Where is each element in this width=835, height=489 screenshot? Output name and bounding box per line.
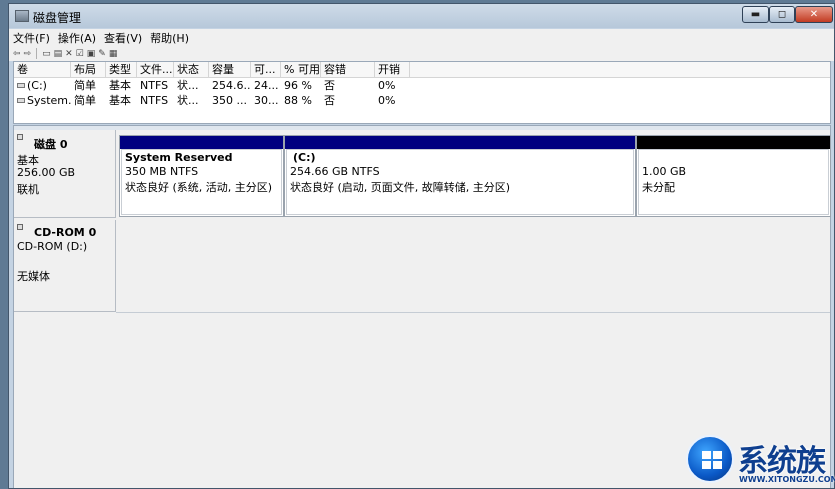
overhead-cell: 0% bbox=[378, 94, 396, 107]
percent-free-cell: 96 % bbox=[284, 79, 312, 92]
drive-icon bbox=[17, 83, 25, 88]
menu-view[interactable]: 查看(V) bbox=[104, 30, 142, 46]
toolbar-separator bbox=[36, 48, 38, 59]
partition-name: System Reserved bbox=[125, 151, 233, 164]
properties-icon[interactable]: ▤ bbox=[54, 49, 63, 59]
cdrom-media-status: 无媒体 bbox=[17, 270, 50, 283]
delete-icon[interactable]: ✕ bbox=[65, 49, 73, 59]
cdrom-drive: CD-ROM (D:) bbox=[17, 240, 88, 253]
col-capacity[interactable]: 容量 bbox=[209, 62, 251, 77]
layout-cell: 简单 bbox=[74, 94, 96, 107]
partition-status: 状态良好 (系统, 活动, 主分区) bbox=[125, 181, 273, 194]
disk-0-label[interactable]: 磁盘 0 基本 256.00 GB 联机 bbox=[14, 130, 116, 218]
toolbar: ⇦ ⇨ ▭ ▤ ✕ ☑ ▣ ✎ ▦ bbox=[9, 46, 834, 61]
partition-bar bbox=[637, 136, 830, 149]
fault-tolerance-cell: 否 bbox=[324, 79, 335, 92]
partition-bar bbox=[120, 136, 283, 149]
rescan-icon[interactable]: ▦ bbox=[109, 49, 118, 59]
partition-body: System Reserved 350 MB NTFS 状态良好 (系统, 活动… bbox=[121, 149, 282, 215]
table-row[interactable]: (C:) 简单 基本 NTFS 状... 254.6... 24... 96 %… bbox=[14, 79, 830, 93]
cdrom-name: CD-ROM 0 bbox=[34, 226, 97, 239]
status-cell: 状... bbox=[177, 79, 199, 92]
menu-action[interactable]: 操作(A) bbox=[58, 30, 96, 46]
volume-list-header: 卷 布局 类型 文件... 状态 容量 可... % 可用 容错 开销 bbox=[14, 62, 830, 78]
cdrom-0-label[interactable]: CD-ROM 0 CD-ROM (D:) 无媒体 bbox=[14, 220, 116, 312]
free-space-cell: 24... bbox=[254, 79, 279, 92]
disk-status: 联机 bbox=[17, 183, 39, 196]
partition-name: (C:) bbox=[293, 151, 316, 164]
type-cell: 基本 bbox=[109, 79, 131, 92]
disk-size: 256.00 GB bbox=[17, 166, 76, 179]
watermark-url: WWW.XITONGZU.COM bbox=[739, 475, 835, 484]
partition-unallocated[interactable]: 1.00 GB 未分配 bbox=[636, 135, 831, 217]
filesystem-cell: NTFS bbox=[140, 79, 169, 92]
partition-size: 350 MB NTFS bbox=[125, 165, 199, 178]
partition-size: 1.00 GB bbox=[642, 165, 687, 178]
window-title: 磁盘管理 bbox=[33, 11, 82, 25]
layout-cell: 简单 bbox=[74, 79, 96, 92]
table-row[interactable]: System... 简单 基本 NTFS 状... 350 ... 30... … bbox=[14, 94, 830, 108]
fault-tolerance-cell: 否 bbox=[324, 94, 335, 107]
capacity-cell: 254.6... bbox=[212, 79, 251, 92]
partition-body: 1.00 GB 未分配 bbox=[638, 149, 829, 215]
partition-bar bbox=[285, 136, 635, 149]
partition-body: (C:) 254.66 GB NTFS 状态良好 (启动, 页面文件, 故障转储… bbox=[286, 149, 634, 215]
connect-icon[interactable]: ☑ bbox=[76, 49, 84, 59]
col-overhead[interactable]: 开销 bbox=[375, 62, 410, 77]
filesystem-cell: NTFS bbox=[140, 94, 169, 107]
forward-icon[interactable]: ⇨ bbox=[24, 49, 32, 59]
status-cell: 状... bbox=[177, 94, 199, 107]
watermark-text: 系统族 bbox=[738, 444, 826, 479]
free-space-cell: 30... bbox=[254, 94, 279, 107]
title-bar[interactable]: 磁盘管理 ▬ ◻ ✕ bbox=[9, 4, 834, 28]
windows-flag-icon bbox=[702, 451, 722, 469]
type-cell: 基本 bbox=[109, 94, 131, 107]
percent-free-cell: 88 % bbox=[284, 94, 312, 107]
volume-list[interactable]: 卷 布局 类型 文件... 状态 容量 可... % 可用 容错 开销 (C:)… bbox=[13, 61, 831, 124]
partition-system-reserved[interactable]: System Reserved 350 MB NTFS 状态良好 (系统, 活动… bbox=[119, 135, 284, 217]
watermark-logo: 系统族 WWW.XITONGZU.COM bbox=[686, 434, 835, 489]
col-layout[interactable]: 布局 bbox=[71, 62, 106, 77]
maximize-button[interactable]: ◻ bbox=[769, 6, 795, 23]
menu-bar: 文件(F) 操作(A) 查看(V) 帮助(H) bbox=[9, 29, 834, 46]
drive-icon bbox=[17, 98, 25, 103]
col-status[interactable]: 状态 bbox=[174, 62, 209, 77]
col-volume[interactable]: 卷 bbox=[14, 62, 71, 77]
volume-cell: (C:) bbox=[14, 79, 71, 93]
hard-disk-icon bbox=[17, 134, 23, 140]
close-button[interactable]: ✕ bbox=[795, 6, 833, 23]
disk-management-icon bbox=[15, 10, 29, 22]
col-percent-free[interactable]: % 可用 bbox=[281, 62, 321, 77]
volume-cell: System... bbox=[14, 94, 71, 108]
cdrom-icon bbox=[17, 224, 23, 230]
windows-logo-icon bbox=[686, 435, 734, 483]
partition-size: 254.66 GB NTFS bbox=[290, 165, 380, 178]
menu-help[interactable]: 帮助(H) bbox=[150, 30, 189, 46]
divider bbox=[116, 312, 830, 313]
capacity-cell: 350 ... bbox=[212, 94, 247, 107]
disk-icon[interactable]: ▣ bbox=[87, 49, 96, 59]
col-type[interactable]: 类型 bbox=[106, 62, 137, 77]
overhead-cell: 0% bbox=[378, 79, 396, 92]
menu-file[interactable]: 文件(F) bbox=[13, 30, 50, 46]
partition-c[interactable]: (C:) 254.66 GB NTFS 状态良好 (启动, 页面文件, 故障转储… bbox=[284, 135, 636, 217]
col-fault-tolerance[interactable]: 容错 bbox=[321, 62, 375, 77]
minimize-button[interactable]: ▬ bbox=[742, 6, 769, 23]
disk-view-header bbox=[14, 126, 830, 130]
check-icon[interactable]: ✎ bbox=[98, 49, 106, 59]
up-icon[interactable]: ▭ bbox=[42, 49, 51, 59]
disk-management-window: 磁盘管理 ▬ ◻ ✕ 文件(F) 操作(A) 查看(V) 帮助(H) ⇦ ⇨ ▭… bbox=[8, 3, 835, 489]
disk-name: 磁盘 0 bbox=[34, 138, 68, 151]
partition-status: 未分配 bbox=[642, 181, 675, 194]
partition-status: 状态良好 (启动, 页面文件, 故障转储, 主分区) bbox=[290, 181, 511, 194]
back-icon[interactable]: ⇦ bbox=[13, 49, 21, 59]
col-free-space[interactable]: 可... bbox=[251, 62, 281, 77]
col-filesystem[interactable]: 文件... bbox=[137, 62, 174, 77]
